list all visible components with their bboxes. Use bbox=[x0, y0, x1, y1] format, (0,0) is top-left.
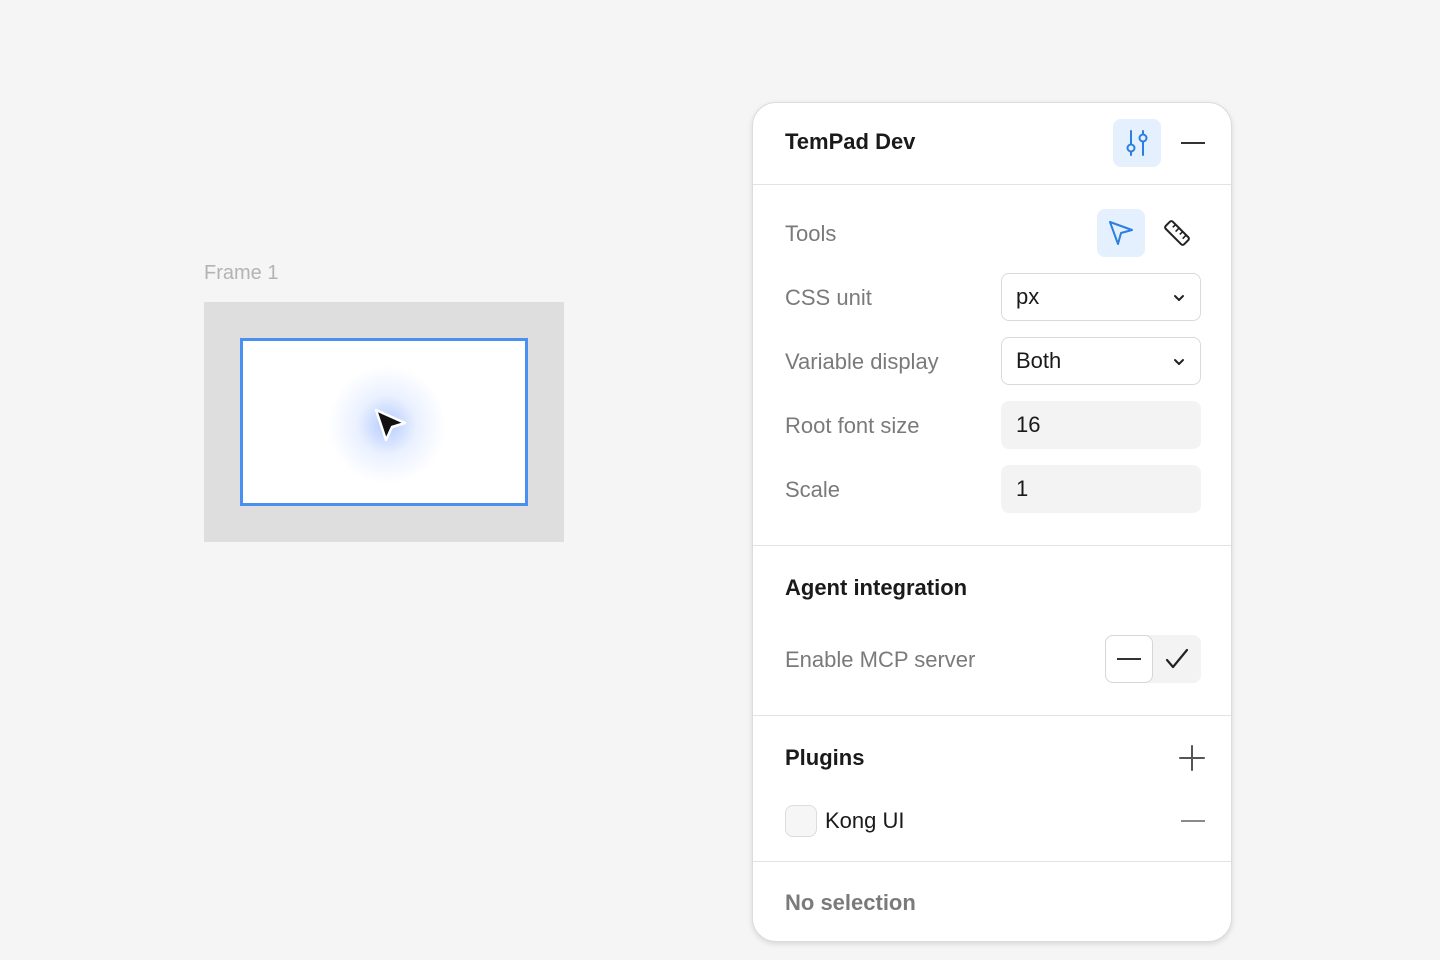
tempad-dev-panel: TemPad Dev Tools CSS unit px Variable di… bbox=[752, 102, 1232, 942]
scale-input[interactable]: 1 bbox=[1001, 465, 1201, 513]
chevron-down-icon bbox=[1174, 359, 1184, 365]
design-canvas[interactable]: Frame 1 TemPad Dev Tools CSS unit px Var… bbox=[0, 0, 1440, 960]
add-plugin-button[interactable] bbox=[1177, 743, 1207, 773]
mcp-off-option[interactable] bbox=[1105, 635, 1153, 683]
css-unit-select[interactable]: px bbox=[1001, 273, 1201, 321]
mouse-cursor-icon bbox=[374, 408, 407, 442]
root-font-size-input[interactable]: 16 bbox=[1001, 401, 1201, 449]
panel-title: TemPad Dev bbox=[785, 129, 916, 154]
minus-icon bbox=[1117, 658, 1141, 660]
measure-tool-button[interactable] bbox=[1153, 209, 1201, 257]
plugin-checkbox[interactable] bbox=[785, 805, 817, 837]
root-font-size-label: Root font size bbox=[785, 413, 920, 438]
css-unit-value: px bbox=[1016, 284, 1040, 309]
minimize-button[interactable] bbox=[1169, 119, 1217, 167]
variable-display-select[interactable]: Both bbox=[1001, 337, 1201, 385]
minus-icon bbox=[1181, 142, 1205, 144]
remove-plugin-button[interactable] bbox=[1181, 820, 1205, 822]
sliders-icon bbox=[1126, 130, 1148, 156]
scale-label: Scale bbox=[785, 477, 841, 502]
chevron-down-icon bbox=[1174, 295, 1184, 301]
agent-integration-title: Agent integration bbox=[785, 575, 968, 600]
selection-status: No selection bbox=[785, 890, 916, 915]
plugin-name: Kong UI bbox=[825, 808, 905, 833]
preferences-button[interactable] bbox=[1113, 119, 1161, 167]
plugins-title: Plugins bbox=[785, 745, 865, 770]
cursor-arrow-icon bbox=[1109, 221, 1133, 245]
section-divider bbox=[753, 861, 1231, 862]
plus-icon bbox=[1179, 745, 1205, 771]
css-unit-label: CSS unit bbox=[785, 285, 872, 310]
panel-header[interactable]: TemPad Dev bbox=[753, 103, 1231, 185]
check-icon bbox=[1165, 648, 1189, 669]
section-divider bbox=[753, 545, 1231, 546]
mcp-on-option[interactable] bbox=[1153, 635, 1201, 683]
enable-mcp-label: Enable MCP server bbox=[785, 647, 976, 672]
tools-label: Tools bbox=[785, 221, 837, 246]
enable-mcp-toggle[interactable] bbox=[1105, 635, 1201, 683]
variable-display-value: Both bbox=[1016, 348, 1062, 373]
frame-label[interactable]: Frame 1 bbox=[204, 262, 278, 285]
selected-rectangle[interactable] bbox=[240, 338, 528, 506]
ruler-icon bbox=[1164, 220, 1190, 246]
frame[interactable] bbox=[204, 302, 564, 542]
section-divider bbox=[753, 715, 1231, 716]
variable-display-label: Variable display bbox=[785, 349, 939, 374]
select-tool-button[interactable] bbox=[1097, 209, 1145, 257]
